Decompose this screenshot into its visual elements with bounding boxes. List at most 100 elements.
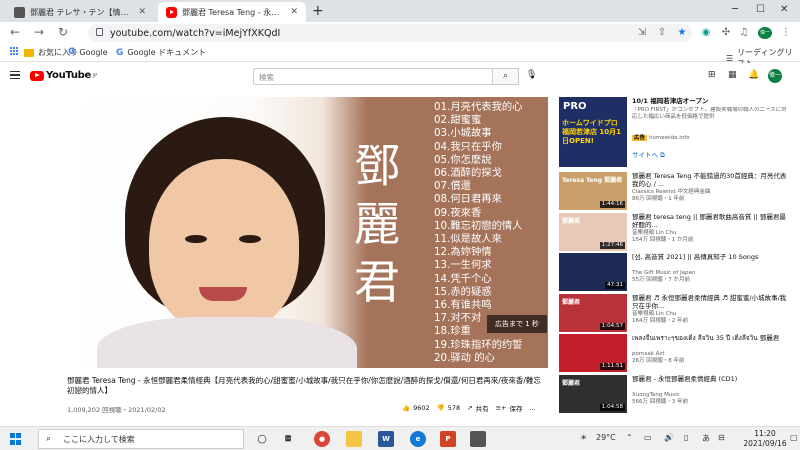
notification-icon[interactable]: ▢	[790, 433, 798, 442]
bookmark-google-docs[interactable]: G Google ドキュメント	[116, 47, 206, 58]
profile-avatar[interactable]: 偉一	[758, 27, 772, 39]
video-duration: 1:04:58	[599, 403, 625, 411]
youtube-logo[interactable]: YouTube JP	[30, 70, 97, 81]
google-icon: G	[116, 47, 124, 58]
ime-indicator[interactable]: あ	[702, 433, 710, 444]
powerpoint-icon[interactable]: P	[440, 431, 456, 447]
avatar[interactable]: 偉一	[768, 69, 782, 83]
video-duration: 47:31	[605, 282, 625, 289]
app-icon[interactable]	[470, 431, 486, 447]
song-list-item: 15.赤的疑惑	[434, 285, 492, 298]
share-icon[interactable]: ⇧	[656, 27, 668, 39]
reload-icon[interactable]: ↻	[58, 25, 68, 39]
bookmark-label: Google ドキュメント	[127, 48, 207, 57]
video-player[interactable]: 鄧麗君 01.月亮代表我的心 02.甜蜜蜜 03.小城故事 04.我只在乎你 05.你怎…	[67, 97, 548, 368]
extensions-puzzle-icon[interactable]: ✣	[720, 27, 732, 39]
visit-site-button[interactable]: サイトへ ⧉	[632, 149, 665, 160]
lock-icon	[96, 28, 103, 36]
bookmark-star-icon[interactable]: ★	[676, 27, 688, 39]
ad-countdown[interactable]: 広告まで 1 秒	[487, 315, 547, 333]
taskbar-search[interactable]: ⌕ ここに入力して検索	[38, 429, 244, 449]
speaker-icon[interactable]: 🔊	[664, 433, 674, 442]
system-clock[interactable]: 11:20 2021/09/16	[740, 429, 790, 449]
recommendation-card[interactable]: 鄧麗君 1:04:57 鄧麗君 ♬ 永恒鄧麗君柔情經典 ♬ 甜蜜蜜/小城故事/我只在…	[559, 293, 794, 332]
view-meta: 164万 回視聴・2 年前	[632, 317, 688, 324]
view-meta: 26万 回視聴・8 年前	[632, 358, 685, 364]
recommendation-card[interactable]: 1:11:51 เพลงจีนเพราะๆของเติ้ง ลี่จวิน 35 …	[559, 334, 794, 372]
channel-name: XuongTang Music	[632, 391, 680, 398]
youtube-play-icon	[30, 70, 44, 81]
edge-icon[interactable]: e	[410, 431, 426, 447]
video-duration: 1:27:46	[599, 241, 625, 249]
task-view-icon[interactable]: ⧈	[280, 431, 296, 447]
browser-tab-active[interactable]: 鄧麗君 Teresa Teng - 永恒鄧麗君... ✕	[158, 2, 306, 22]
new-tab-button[interactable]: +	[312, 3, 324, 19]
browser-tab[interactable]: 鄧麗君 テレサ・テン【情選】歌詞... ✕	[6, 2, 154, 22]
word-icon[interactable]: W	[378, 431, 394, 447]
site-favicon-icon	[14, 6, 25, 18]
recommendation-title: เพลงจีนเพราะๆของเติ้ง ลี่จวิน 35 ปี เติ้…	[632, 334, 780, 342]
weather-temp[interactable]: 29°C	[596, 433, 616, 442]
logo-region: JP	[93, 72, 97, 79]
thumbnail-text: Teresa Teng 鄧麗君	[562, 177, 623, 184]
open-external-icon: ⧉	[660, 151, 665, 159]
battery-icon[interactable]: ▯	[684, 433, 688, 442]
notifications-bell-icon[interactable]: 🔔	[748, 70, 759, 80]
close-window-icon[interactable]: ✕	[780, 4, 788, 15]
tray-expand-icon[interactable]: ⌃	[626, 433, 633, 442]
microphone-icon[interactable]: 🎙	[526, 70, 537, 80]
song-list-item: 08.何日君再來	[434, 193, 502, 206]
search-button[interactable]: ⌕	[493, 68, 519, 85]
network-icon[interactable]: ▭	[644, 433, 652, 442]
song-list-item: 06.酒醉的探戈	[434, 167, 502, 180]
youtube-header: YouTube JP 検索 ⌕ 🎙 ⊞ ▦ 🔔 偉一	[0, 63, 800, 89]
extension-icon[interactable]: ◉	[700, 27, 712, 39]
ime-mode-icon[interactable]: ⊟	[718, 433, 725, 442]
ad-card[interactable]: PRO ホームワイドプロ 福岡若津店 10月1日OPEN! 10/1 福岡若津店…	[559, 97, 794, 167]
windows-start-icon[interactable]	[10, 433, 22, 445]
back-arrow-icon[interactable]: ←	[10, 25, 20, 39]
song-list-item: 02.甜蜜蜜	[434, 114, 482, 127]
recommendation-title: 鄧麗君 ♬ 永恒鄧麗君柔情經典 ♬ 甜蜜蜜/小城故事/我只在乎你...	[632, 293, 787, 310]
weather-icon[interactable]: ☀	[580, 433, 587, 442]
recommendation-title: 鄧麗君 teresa teng || 鄧麗君歌曲高音質 || 鄧麗君最好聽的..…	[632, 212, 786, 229]
view-meta: 55万 回視聴・7 か月前	[632, 277, 690, 283]
more-button[interactable]: ...	[530, 404, 536, 412]
create-video-icon[interactable]: ⊞	[708, 70, 716, 80]
recommendation-card[interactable]: 鄧麗君 1:04:58 鄧麗君 - 永恒鄧麗君柔情經典 (CD1) XuongTang…	[559, 374, 794, 413]
install-app-icon[interactable]: ⇲	[636, 27, 648, 39]
logo-text: YouTube	[46, 70, 91, 81]
apps-shortcut[interactable]	[10, 47, 18, 55]
cortana-icon[interactable]: ○	[254, 431, 270, 447]
menu-icon[interactable]	[10, 71, 20, 79]
url-text: youtube.com/watch?v=iMejYfXKQdI	[110, 27, 281, 39]
save-button[interactable]: ≡+ 保存	[496, 403, 523, 413]
like-button[interactable]: 👍 9602	[402, 404, 430, 412]
recommendation-card[interactable]: Teresa Teng 鄧麗君 1:44:16 鄧麗君 Teresa Teng 不能…	[559, 172, 794, 210]
share-button[interactable]: ↗ 共有	[467, 403, 488, 413]
apps-icon[interactable]: ▦	[728, 70, 737, 80]
video-duration: 1:11:51	[599, 363, 625, 370]
file-explorer-icon[interactable]	[346, 431, 362, 447]
portrait-smile	[199, 287, 247, 301]
chrome-icon[interactable]: ●	[314, 431, 330, 447]
reading-list-icon: ☰	[726, 53, 734, 63]
recommendation-card[interactable]: 47:31 [섬, 高音質 2021] || 高傳真知子 10 Songs The …	[559, 253, 794, 291]
dislike-button[interactable]: 👎 578	[437, 404, 461, 412]
address-bar[interactable]: youtube.com/watch?v=iMejYfXKQdI	[88, 24, 692, 42]
minimize-icon[interactable]: ─	[732, 4, 738, 15]
chrome-menu-icon[interactable]: ⋮	[780, 27, 792, 39]
close-tab-icon[interactable]: ✕	[138, 7, 146, 17]
view-meta: 86万 回視聴・1 年前	[632, 196, 685, 202]
close-tab-icon[interactable]: ✕	[290, 7, 298, 17]
maximize-icon[interactable]: ☐	[756, 4, 765, 15]
forward-arrow-icon[interactable]: →	[34, 25, 44, 39]
thumbnail-text: 鄧麗君	[562, 298, 581, 306]
search-input[interactable]: 検索	[253, 68, 493, 85]
thumbnail-text: 鄧麗君	[562, 217, 581, 225]
video-thumbnail: 鄧麗君 1:04:57	[559, 293, 627, 332]
recommendation-card[interactable]: 鄧麗君 1:27:46 鄧麗君 teresa teng || 鄧麗君歌曲高音質 ||…	[559, 212, 794, 251]
media-icon[interactable]: ♫	[738, 27, 750, 39]
like-count: 9602	[413, 404, 430, 412]
bookmark-google[interactable]: G Google	[68, 47, 108, 57]
